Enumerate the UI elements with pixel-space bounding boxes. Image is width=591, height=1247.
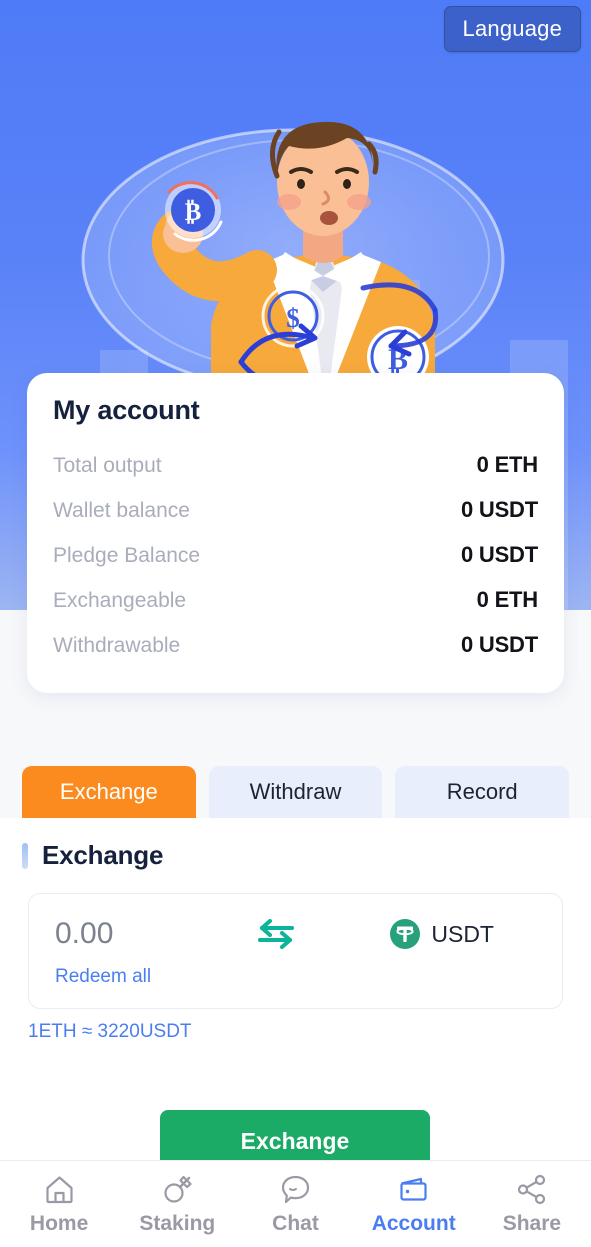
nav-item-account[interactable]: Account	[355, 1173, 473, 1236]
hero-illustration: ₿ $ ₿	[81, 121, 504, 378]
language-button[interactable]: Language	[443, 6, 581, 52]
nav-label: Staking	[139, 1211, 216, 1235]
tab-exchange[interactable]: Exchange	[22, 766, 196, 818]
section-title: Exchange	[42, 840, 164, 870]
tab-record[interactable]: Record	[395, 766, 570, 818]
tab-withdraw[interactable]: Withdraw	[208, 766, 383, 818]
coin-selector[interactable]: USDT	[390, 919, 536, 949]
nav-item-staking[interactable]: Staking	[118, 1173, 236, 1236]
nav-label: Home	[29, 1211, 89, 1235]
pickaxe-icon	[164, 1175, 192, 1203]
nav-label: Chat	[272, 1211, 319, 1235]
tab-bar: Exchange Withdraw Record	[0, 766, 591, 818]
account-row-pledge-balance: Pledge Balance 0 USDT	[53, 532, 538, 577]
panel-header: Exchange	[0, 818, 591, 871]
redeem-all-link[interactable]: Redeem all	[55, 966, 536, 988]
account-row-total-output: Total output 0 ETH	[53, 442, 538, 487]
tether-icon	[390, 919, 421, 949]
nav-label: Share	[502, 1211, 562, 1235]
row-value: 0 ETH	[476, 587, 539, 612]
chat-bubble-icon	[281, 1175, 310, 1203]
amount-input[interactable]	[55, 917, 250, 951]
row-label: Wallet balance	[53, 499, 190, 522]
row-label: Exchangeable	[53, 589, 187, 612]
swap-arrows-icon[interactable]	[250, 916, 302, 952]
row-label: Total output	[53, 454, 162, 477]
row-label: Withdrawable	[53, 634, 181, 657]
nav-item-share[interactable]: Share	[473, 1173, 591, 1236]
nav-item-chat[interactable]: Chat	[236, 1173, 354, 1236]
page-title: My account	[53, 395, 200, 425]
svg-text:$: $	[286, 303, 300, 333]
bottom-navigation: Home Staking Chat Account Share	[0, 1160, 591, 1247]
row-value: 0 USDT	[460, 542, 538, 567]
row-value: 0 USDT	[460, 632, 538, 657]
app-screen: ₿ $ ₿ Language My account Total output 0…	[0, 0, 591, 1247]
exchange-rate-text: 1ETH ≈ 3220USDT	[28, 1021, 192, 1042]
wallet-icon	[400, 1177, 427, 1201]
account-card: My account Total output 0 ETH Wallet bal…	[27, 373, 564, 693]
row-value: 0 ETH	[476, 452, 539, 477]
share-icon	[518, 1174, 546, 1204]
account-row-wallet-balance: Wallet balance 0 USDT	[53, 487, 538, 532]
home-icon	[45, 1175, 73, 1203]
row-label: Pledge Balance	[53, 544, 201, 567]
exchange-input-row: USDT	[55, 916, 536, 952]
account-row-exchangeable: Exchangeable 0 ETH	[53, 577, 538, 622]
svg-text:₿: ₿	[184, 199, 201, 226]
section-accent-bar	[22, 842, 28, 869]
row-value: 0 USDT	[460, 497, 538, 522]
coin-symbol: USDT	[431, 920, 494, 947]
nav-label: Account	[371, 1211, 456, 1235]
exchange-input-box: USDT Redeem all	[28, 893, 563, 1009]
nav-item-home[interactable]: Home	[0, 1173, 118, 1236]
account-row-withdrawable: Withdrawable 0 USDT	[53, 622, 538, 667]
